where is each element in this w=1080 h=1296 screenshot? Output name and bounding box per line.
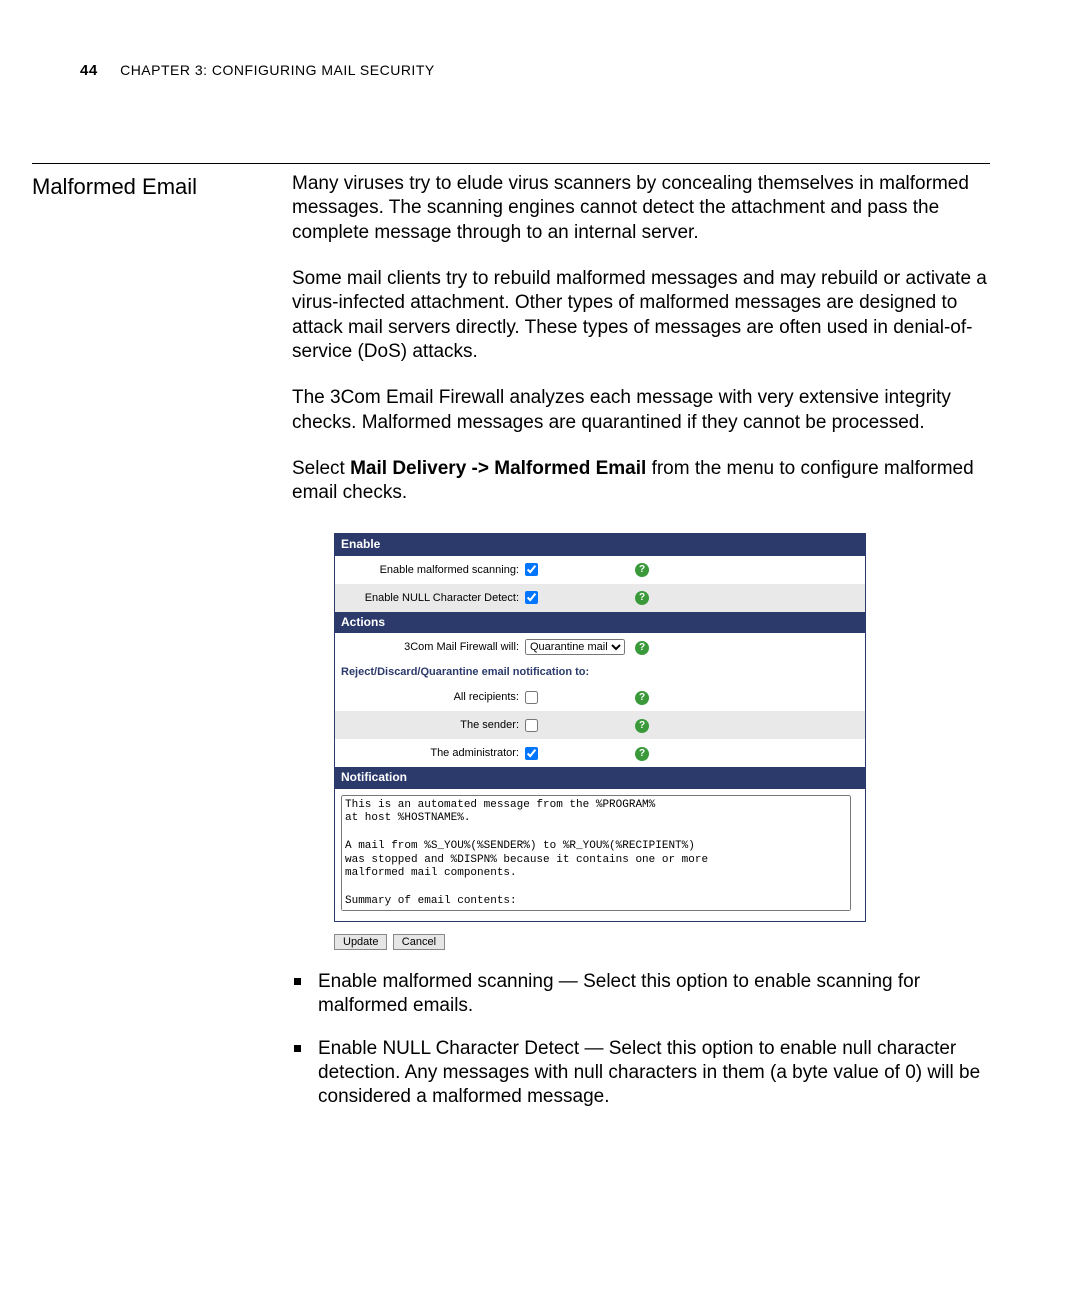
panel-buttons: Update Cancel [334,922,948,952]
body-column: Many viruses try to elude virus scanners… [292,172,990,1128]
paragraph: Select Mail Delivery -> Malformed Email … [292,457,990,506]
document-page: 44 Chapter 3: Configuring Mail Security … [0,0,1080,1296]
help-icon: ? [635,563,649,577]
field-firewall-will: Quarantine mail [525,639,635,655]
checkbox-all-recipients[interactable] [525,691,538,704]
checkbox-sender[interactable] [525,719,538,732]
label-firewall-will: 3Com Mail Firewall will: [341,640,525,654]
field-sender [525,719,635,732]
config-panel: Enable Enable malformed scanning: ? Enab… [334,533,866,921]
row-enable-null: Enable NULL Character Detect: ? [335,584,865,612]
select-firewall-action[interactable]: Quarantine mail [525,639,625,655]
row-all-recipients: All recipients: ? [335,683,865,711]
paragraph: Many viruses try to elude virus scanners… [292,172,990,245]
actions-header: Actions [335,612,865,633]
field-all-recipients [525,691,635,704]
help-icon: ? [635,747,649,761]
help-icon: ? [635,691,649,705]
help-icon: ? [635,591,649,605]
notification-header: Notification [335,767,865,788]
help-icon: ? [635,719,649,733]
help-icon: ? [635,641,649,655]
help-enable-null[interactable]: ? [635,590,655,605]
paragraph: The 3Com Email Firewall analyzes each me… [292,386,990,435]
horizontal-rule [32,163,990,164]
config-panel-screenshot: Enable Enable malformed scanning: ? Enab… [334,533,948,952]
checkbox-enable-scanning[interactable] [525,563,538,576]
help-administrator[interactable]: ? [635,746,655,761]
notification-textarea[interactable] [341,795,851,911]
row-administrator: The administrator: ? [335,739,865,767]
row-firewall-will: 3Com Mail Firewall will: Quarantine mail… [335,633,865,661]
label-enable-scanning: Enable malformed scanning: [341,563,525,577]
checkbox-administrator[interactable] [525,747,538,760]
chapter-title: Chapter 3: Configuring Mail Security [120,62,435,78]
row-sender: The sender: ? [335,711,865,739]
update-button[interactable]: Update [334,934,387,950]
help-firewall-will[interactable]: ? [635,640,655,655]
row-enable-scanning: Enable malformed scanning: ? [335,556,865,584]
section: Malformed Email Many viruses try to elud… [80,172,990,1128]
field-enable-null [525,591,635,604]
text: Select [292,458,350,479]
notify-subheader: Reject/Discard/Quarantine email notifica… [335,661,865,683]
label-administrator: The administrator: [341,746,525,760]
field-enable-scanning [525,563,635,576]
help-enable-scanning[interactable]: ? [635,562,655,577]
list-item: Enable malformed scanning — Select this … [292,970,990,1019]
label-all-recipients: All recipients: [341,690,525,704]
running-header: 44 Chapter 3: Configuring Mail Security [80,62,990,79]
cancel-button[interactable]: Cancel [393,934,445,950]
help-sender[interactable]: ? [635,718,655,733]
field-administrator [525,747,635,760]
list-item: Enable NULL Character Detect — Select th… [292,1037,990,1110]
menu-path: Mail Delivery -> Malformed Email [350,458,646,479]
page-number: 44 [80,62,98,79]
checkbox-enable-null[interactable] [525,591,538,604]
paragraph: Some mail clients try to rebuild malform… [292,267,990,364]
label-sender: The sender: [341,718,525,732]
label-enable-null: Enable NULL Character Detect: [341,591,525,605]
section-title: Malformed Email [32,172,292,200]
notification-textarea-wrap [335,789,865,921]
enable-header: Enable [335,534,865,555]
bullet-list: Enable malformed scanning — Select this … [292,970,990,1110]
help-all-recipients[interactable]: ? [635,690,655,705]
